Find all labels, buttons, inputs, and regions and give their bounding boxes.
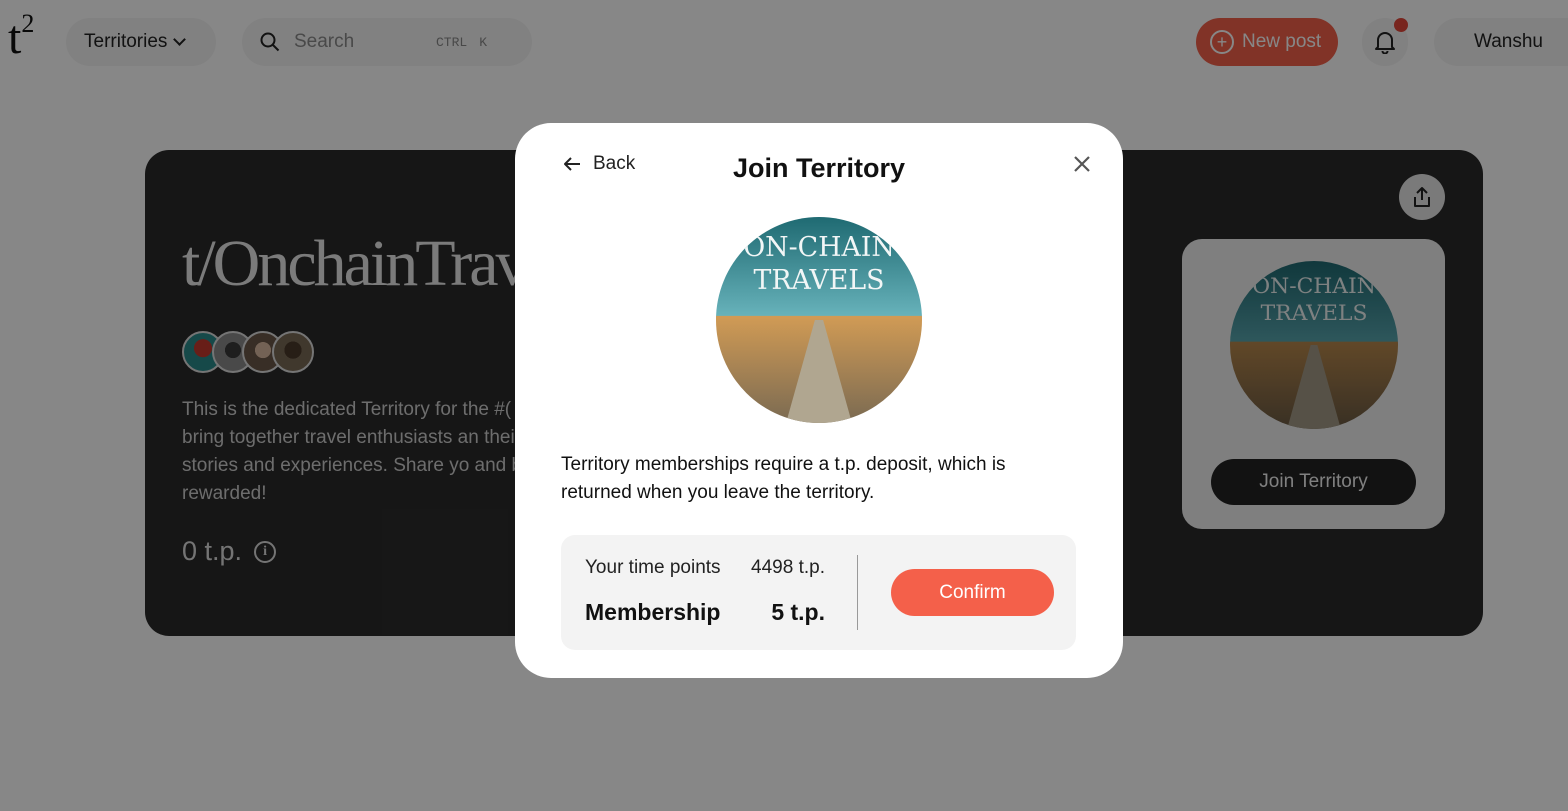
modal-title: Join Territory <box>732 153 906 183</box>
join-territory-modal: Back Join Territory ON-CHAIN TRAVELS Ter… <box>515 123 1123 678</box>
time-points-label: Your time points <box>585 557 721 578</box>
membership-value: 5 t.p. <box>771 599 825 625</box>
logo-text-line-1: ON-CHAIN <box>743 232 895 263</box>
membership-label: Membership <box>585 599 721 625</box>
divider <box>857 555 858 630</box>
time-points-row: Your time points 4498 t.p. <box>585 557 825 579</box>
membership-summary: Your time points 4498 t.p. Membership 5 … <box>561 535 1076 650</box>
logo-text-line-2: TRAVELS <box>754 265 885 296</box>
territory-logo: ON-CHAIN TRAVELS <box>716 217 922 423</box>
confirm-button[interactable]: Confirm <box>891 569 1054 616</box>
membership-row: Membership 5 t.p. <box>585 599 825 626</box>
close-icon[interactable] <box>1071 153 1093 175</box>
time-points-value: 4498 t.p. <box>751 557 825 578</box>
membership-info-text: Territory memberships require a t.p. dep… <box>561 454 1006 503</box>
